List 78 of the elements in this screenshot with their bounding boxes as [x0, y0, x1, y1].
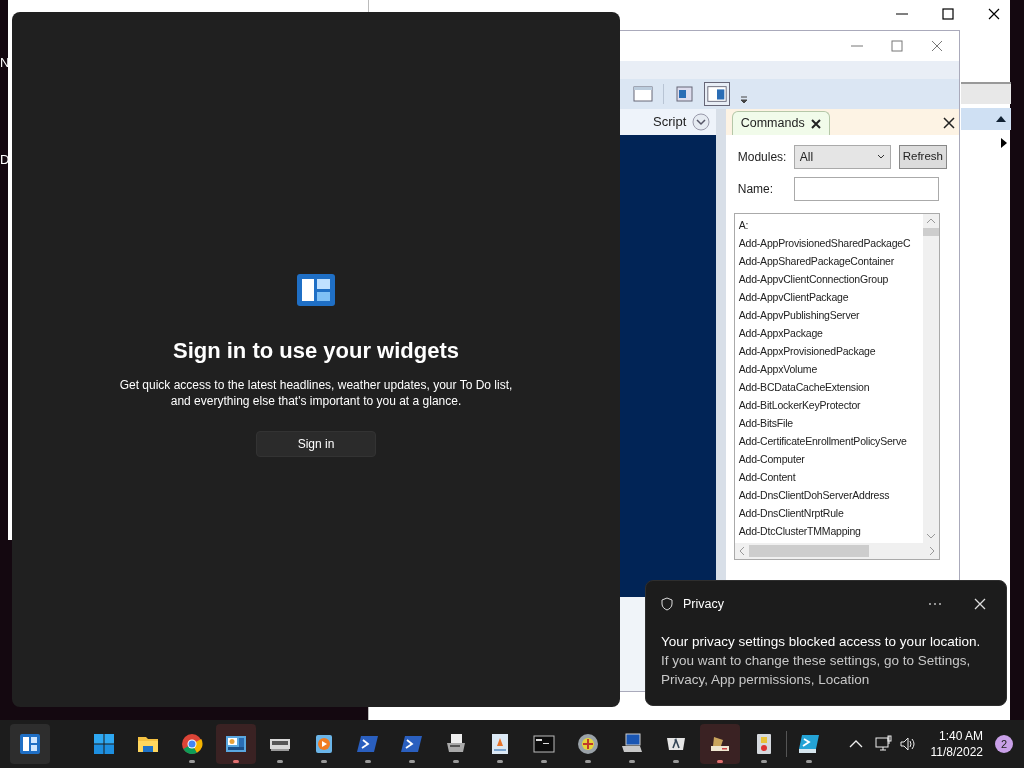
- panel-header: [961, 82, 1011, 104]
- command-item[interactable]: Add-AppSharedPackageContainer: [738, 252, 923, 270]
- close-icon[interactable]: [810, 118, 821, 129]
- scroll-thumb[interactable]: [922, 228, 939, 236]
- name-field[interactable]: [793, 177, 939, 201]
- expand-arrow-icon[interactable]: [1001, 138, 1007, 148]
- taskbar-app-button[interactable]: [10, 724, 50, 764]
- chevron-up-icon[interactable]: [848, 739, 863, 749]
- script-pane-right-icon[interactable]: [704, 82, 730, 106]
- more-options-icon[interactable]: [928, 602, 942, 607]
- running-indicator: [321, 760, 327, 763]
- command-item[interactable]: Add-Computer: [738, 450, 923, 468]
- volume-icon[interactable]: [898, 735, 917, 753]
- script-label: Script: [653, 113, 687, 132]
- powershell-ise-icon: [797, 732, 821, 756]
- command-item[interactable]: Add-DnsClientDohServerAddress: [738, 486, 923, 504]
- command-item[interactable]: Add-BCDataCacheExtension: [738, 378, 923, 396]
- browser-icon: [180, 732, 204, 756]
- widgets-icon: [18, 732, 42, 756]
- refresh-button[interactable]: Refresh: [898, 145, 947, 169]
- running-indicator: [585, 760, 591, 763]
- chevron-down-icon: [876, 154, 885, 160]
- command-item[interactable]: Add-BitsFile: [738, 414, 923, 432]
- command-item[interactable]: Add-AppxVolume: [738, 360, 923, 378]
- desktop-label: N: [0, 56, 10, 69]
- running-indicator: [409, 760, 415, 763]
- running-indicator: [806, 760, 812, 763]
- widgets-icon: [297, 274, 335, 306]
- command-item[interactable]: Add-AppvClientConnectionGroup: [738, 270, 923, 288]
- collapse-arrow-icon[interactable]: [995, 115, 1007, 123]
- command-item[interactable]: A:: [738, 216, 923, 234]
- widgets-title: Sign in to use your widgets: [173, 337, 459, 365]
- expand-icon[interactable]: [692, 113, 711, 131]
- taskbar-app-button[interactable]: [216, 724, 256, 764]
- running-indicator: [277, 760, 283, 763]
- running-indicator: [233, 760, 239, 763]
- notification-detail: If you want to change these settings, go to Settings, Privacy, App permissions, Location: [661, 651, 972, 689]
- clock[interactable]: 1:40 AM 11/8/2022: [930, 728, 983, 760]
- modules-dropdown[interactable]: All: [793, 145, 891, 169]
- scroll-thumb[interactable]: [748, 545, 869, 557]
- running-indicator: [365, 760, 371, 763]
- command-item[interactable]: Add-CertificateEnrollmentPolicyServe: [738, 432, 923, 450]
- sign-in-button[interactable]: Sign in: [256, 431, 376, 457]
- commands-tab[interactable]: Commands: [731, 111, 830, 135]
- script-pane-icon[interactable]: [674, 85, 694, 103]
- terminal-icon: [532, 732, 556, 756]
- running-indicator: [497, 760, 503, 763]
- notification-badge[interactable]: 2: [995, 735, 1013, 753]
- disc-icon: [576, 732, 600, 756]
- shield-icon: [661, 597, 673, 612]
- windows-logo-icon: [92, 732, 116, 756]
- running-indicator: [673, 760, 679, 763]
- command-item[interactable]: Add-AppxProvisionedPackage: [738, 342, 923, 360]
- taskbar-app-button[interactable]: [700, 724, 740, 764]
- command-item[interactable]: Add-DnsClientNrptRule: [738, 504, 923, 522]
- scrollbar[interactable]: [734, 543, 939, 559]
- command-item[interactable]: Add-AppvPublishingServer: [738, 306, 923, 324]
- running-indicator: [453, 760, 459, 763]
- modules-label: Modules:: [737, 149, 786, 166]
- running-indicator: [629, 760, 635, 763]
- notification-title: Privacy: [683, 596, 725, 613]
- running-indicator: [717, 760, 723, 763]
- command-item[interactable]: Add-AppProvisionedSharedPackageC: [738, 234, 923, 252]
- running-indicator: [761, 760, 767, 763]
- name-label: Name:: [737, 181, 775, 198]
- network-icon[interactable]: [874, 735, 893, 753]
- command-item[interactable]: Add-AppxPackage: [738, 324, 923, 342]
- running-indicator: [541, 760, 547, 763]
- dropdown-icon[interactable]: [740, 94, 748, 104]
- notification-message: Your privacy settings blocked access to your location.: [661, 632, 982, 651]
- scrollbar[interactable]: [922, 214, 939, 543]
- command-item[interactable]: Add-BitLockerKeyProtector: [738, 396, 923, 414]
- command-item[interactable]: Add-DtcClusterTMMapping: [738, 522, 923, 540]
- command-item[interactable]: Add-AppvClientPackage: [738, 288, 923, 306]
- close-icon[interactable]: [943, 117, 955, 129]
- command-item[interactable]: Add-Content: [738, 468, 923, 486]
- widgets-message: Get quick access to the latest headlines, weather updates, your To Do list, and everything else that's important to you at a glance.: [118, 377, 514, 409]
- running-indicator: [189, 760, 195, 763]
